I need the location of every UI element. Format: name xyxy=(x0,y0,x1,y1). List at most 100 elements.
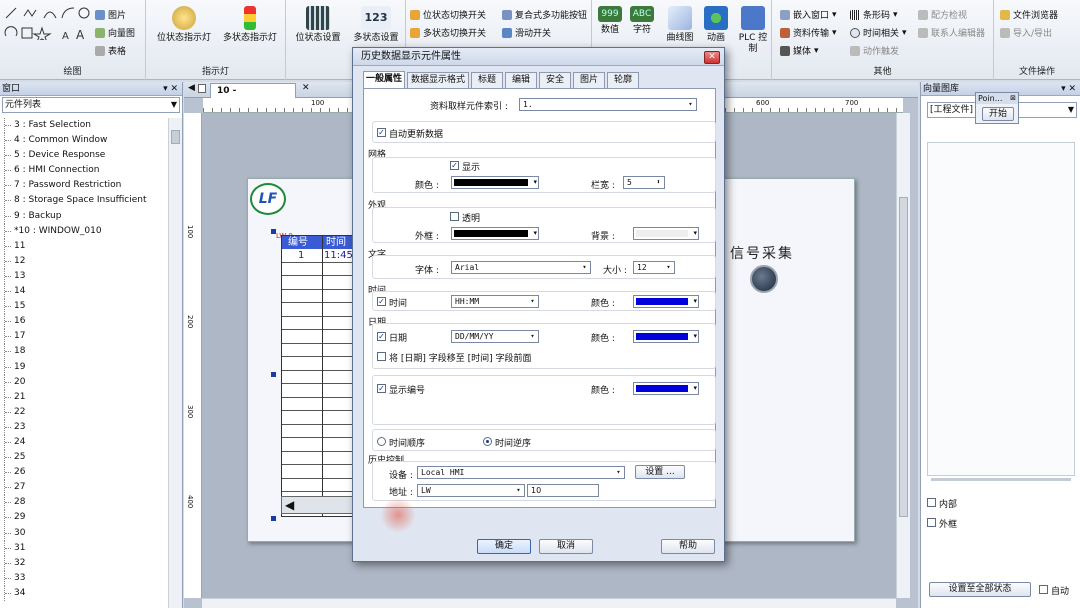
outer-checkbox[interactable] xyxy=(927,518,936,527)
address-input[interactable]: 10 xyxy=(527,484,599,497)
tree-item[interactable]: 17 xyxy=(0,329,168,345)
tree-item[interactable]: 28 xyxy=(0,495,168,511)
scroll-thumb[interactable] xyxy=(171,130,180,144)
plc-control-button[interactable]: PLC 控制 xyxy=(736,6,770,55)
combo-button-item[interactable]: 复合式多功能按钮 xyxy=(502,8,587,21)
bit-setting-button[interactable]: 位状态设置 xyxy=(290,6,346,44)
address-type-select[interactable]: LW ▾ xyxy=(417,484,525,497)
tree-item[interactable]: 30 xyxy=(0,525,168,541)
ribbon-table[interactable]: 表格 xyxy=(95,44,126,57)
character-button[interactable]: ABC 字符 xyxy=(626,6,658,36)
close-icon[interactable]: ⊠ xyxy=(1010,94,1016,102)
media-item[interactable]: 媒体 ▾ xyxy=(780,44,819,57)
tree-item[interactable]: 31 xyxy=(0,540,168,556)
barcode-item[interactable]: 条形码 ▾ xyxy=(850,8,898,21)
tree-item[interactable]: 9 : Backup xyxy=(0,208,168,224)
embed-window-item[interactable]: 嵌入窗口 ▾ xyxy=(780,8,837,21)
time-checkbox[interactable]: ✓ xyxy=(377,297,386,306)
auto-update-checkbox[interactable]: ✓ xyxy=(377,128,386,137)
indicator-lamp[interactable] xyxy=(750,265,778,293)
ribbon-picture[interactable]: 图片 xyxy=(95,8,126,21)
canvas-vscrollbar[interactable] xyxy=(896,113,910,598)
scroll-thumb[interactable] xyxy=(899,197,908,517)
close-icon[interactable]: ✕ xyxy=(302,83,310,93)
date-checkbox[interactable]: ✓ xyxy=(377,332,386,341)
bit-lamp-button[interactable]: 位状态指示灯 xyxy=(152,6,216,44)
import-export-item[interactable]: 导入/导出 xyxy=(1000,26,1052,39)
font-size-select[interactable]: 12 ▾ xyxy=(633,261,675,274)
tree-scrollbar[interactable] xyxy=(168,118,182,608)
tree-item[interactable]: 19 xyxy=(0,359,168,375)
help-button[interactable]: 帮助 xyxy=(661,539,715,554)
canvas-hscrollbar[interactable] xyxy=(202,598,896,608)
tree-item[interactable]: 8 : Storage Space Insufficient xyxy=(0,193,168,209)
tree-item[interactable]: 25 xyxy=(0,450,168,466)
object-list-combo[interactable]: 元件列表 ▼ xyxy=(2,97,180,113)
tab-window-010[interactable]: 10 - WINDOW_010 xyxy=(210,83,296,110)
slide-switch-item[interactable]: 滑动开关 xyxy=(502,26,551,39)
time-color-picker[interactable]: ▾ xyxy=(633,295,699,308)
contact-editor-item[interactable]: 联系人编辑器 xyxy=(918,26,985,39)
multi-switch-item[interactable]: 多状态切换开关 xyxy=(410,26,486,39)
apply-all-states-button[interactable]: 设置至全部状态 xyxy=(929,582,1031,597)
auto-checkbox[interactable] xyxy=(1039,585,1048,594)
tab-4[interactable]: 安全 xyxy=(539,72,571,88)
table-scrollbar[interactable]: ◀ xyxy=(281,496,353,514)
tree-item[interactable]: 24 xyxy=(0,434,168,450)
action-trigger-item[interactable]: 动作触发 xyxy=(850,44,899,57)
multi-setting-button[interactable]: 123 多状态设置 xyxy=(348,6,404,44)
tab-2[interactable]: 标题 xyxy=(471,72,503,88)
tree-item[interactable]: 13 xyxy=(0,268,168,284)
time-format-select[interactable]: HH:MM ▾ xyxy=(451,295,539,308)
pin-icon[interactable]: ▾ ✕ xyxy=(163,82,178,96)
show-index-checkbox[interactable]: ✓ xyxy=(377,384,386,393)
library-slider[interactable] xyxy=(931,478,1071,481)
tree-item[interactable]: 20 xyxy=(0,374,168,390)
tab-1[interactable]: 数据显示格式 xyxy=(407,72,469,88)
tree-item[interactable]: 16 xyxy=(0,314,168,330)
tree-item[interactable]: 4 : Common Window xyxy=(0,133,168,149)
tree-item[interactable]: 27 xyxy=(0,480,168,496)
bit-switch-item[interactable]: 位状态切换开关 xyxy=(410,8,486,21)
data-transfer-item[interactable]: 资料传输 ▾ xyxy=(780,26,837,39)
tree-item[interactable]: 15 xyxy=(0,299,168,315)
grid-color-picker[interactable]: ▾ xyxy=(451,176,539,189)
time-ascending-radio[interactable] xyxy=(377,437,386,446)
file-browser-item[interactable]: 文件浏览器 xyxy=(1000,8,1058,21)
history-data-table[interactable]: 编号 时间 1 11:45 xyxy=(281,235,353,517)
tree-item[interactable]: 14 xyxy=(0,284,168,300)
time-descending-radio[interactable] xyxy=(483,437,492,446)
tab-5[interactable]: 图片 xyxy=(573,72,605,88)
tree-item[interactable]: 18 xyxy=(0,344,168,360)
tree-item[interactable]: 12 xyxy=(0,253,168,269)
trend-button[interactable]: 曲线图 xyxy=(662,6,698,44)
numeric-button[interactable]: 999 数值 xyxy=(594,6,626,36)
recipe-view-item[interactable]: 配方检视 xyxy=(918,8,967,21)
animation-button[interactable]: 动画 xyxy=(700,6,732,44)
tree-item[interactable]: 23 xyxy=(0,419,168,435)
background-color-picker[interactable]: ▾ xyxy=(633,227,699,240)
tree-item[interactable]: 33 xyxy=(0,570,168,586)
tree-item[interactable]: 7 : Password Restriction xyxy=(0,178,168,194)
spinner-icon[interactable]: ⬍ xyxy=(654,177,663,188)
sample-index-select[interactable]: 1. ▾ xyxy=(519,98,697,111)
tree-item[interactable]: 21 xyxy=(0,389,168,405)
tree-item[interactable]: 3 : Fast Selection xyxy=(0,118,168,133)
library-preview[interactable] xyxy=(927,142,1075,476)
scroll-left-icon[interactable]: ◀ xyxy=(285,498,294,512)
device-setting-button[interactable]: 设置 ... xyxy=(635,465,685,479)
multi-lamp-button[interactable]: 多状态指示灯 xyxy=(218,6,282,44)
ribbon-vector[interactable]: 向量图 xyxy=(95,26,135,39)
tree-item[interactable]: 6 : HMI Connection xyxy=(0,163,168,179)
inner-checkbox[interactable] xyxy=(927,498,936,507)
column-width-spinner[interactable]: 5 ⬍ xyxy=(623,176,665,189)
pin-icon[interactable]: ▾ ✕ xyxy=(1061,82,1076,96)
date-before-time-checkbox[interactable] xyxy=(377,352,386,361)
frame-color-picker[interactable]: ▾ xyxy=(451,227,539,240)
tree-item[interactable]: 26 xyxy=(0,465,168,481)
grid-show-checkbox[interactable]: ✓ xyxy=(450,161,459,170)
transparent-checkbox[interactable] xyxy=(450,212,459,221)
selection-handle[interactable] xyxy=(271,372,276,377)
start-button[interactable]: 开始 xyxy=(982,107,1014,121)
tree-item[interactable]: 22 xyxy=(0,404,168,420)
